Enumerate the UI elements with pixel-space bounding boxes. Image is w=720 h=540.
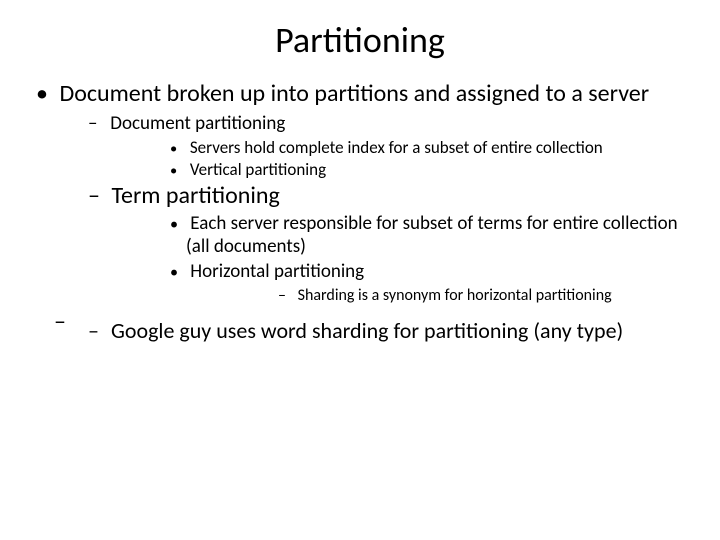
bullet-l4: Sharding is a synonym for horizontal par… <box>186 286 692 306</box>
bullet-l1: Document broken up into partitions and a… <box>28 80 692 344</box>
bullet-list-l4: Sharding is a synonym for horizontal par… <box>186 286 692 306</box>
bullet-l2: Document partitioning Servers hold compl… <box>54 113 692 181</box>
bullet-l3: Each server responsible for subset of te… <box>106 213 692 259</box>
bullet-l3: Servers hold complete index for a subset… <box>106 138 692 158</box>
bullet-l3: Vertical partitioning <box>106 160 692 180</box>
bullet-l1-text: Document broken up into partitions and a… <box>59 79 649 108</box>
bullet-l3-text: Vertical partitioning <box>190 159 326 180</box>
bullet-l3: Horizontal partitioning Sharding is a sy… <box>106 261 692 306</box>
bullet-l2-text: Term partitioning <box>111 181 279 210</box>
bullet-l3-text: Each server responsible for subset of te… <box>186 212 678 258</box>
bullet-list-l3: Each server responsible for subset of te… <box>106 213 692 305</box>
bullet-l4-text: Sharding is a synonym for horizontal par… <box>298 286 612 305</box>
bullet-l2: Google guy uses word sharding for partit… <box>54 318 692 344</box>
slide: Partitioning Document broken up into par… <box>0 0 720 540</box>
bullet-l3-text: Servers hold complete index for a subset… <box>190 137 603 158</box>
bullet-l2-text: Google guy uses word sharding for partit… <box>111 317 623 344</box>
bullet-l3-text: Horizontal partitioning <box>190 260 364 283</box>
bullet-list-l2: Document partitioning Servers hold compl… <box>54 113 692 344</box>
bullet-l2-text: Document partitioning <box>110 112 285 135</box>
spacer <box>54 308 692 316</box>
slide-title: Partitioning <box>28 18 692 62</box>
bullet-list: Document broken up into partitions and a… <box>28 80 692 344</box>
bullet-l2: Term partitioning Each server responsibl… <box>54 182 692 305</box>
bullet-list-l3: Servers hold complete index for a subset… <box>106 138 692 181</box>
